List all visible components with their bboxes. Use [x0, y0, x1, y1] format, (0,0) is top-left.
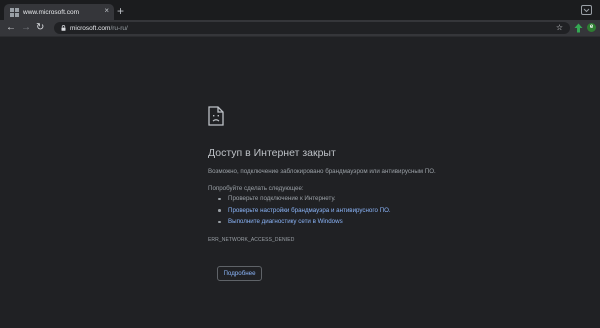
error-page: [0, 37, 600, 328]
suggestion-diagnostics-link[interactable]: Выполните диагностику сети в Windows: [228, 218, 343, 225]
green-badge-extension-icon[interactable]: e: [587, 23, 596, 32]
microsoft-favicon-icon: [10, 7, 19, 17]
forward-button[interactable]: →: [21, 21, 31, 35]
bookmark-star-icon[interactable]: ☆: [556, 22, 563, 34]
suggestion-check-connection: Проверьте подключение к Интернету.: [228, 195, 336, 202]
extension-badge-letter: e: [589, 24, 594, 30]
tab-title: www.microsoft.com: [23, 8, 79, 16]
suggestion-item[interactable]: Выполните диагностику сети в Windows: [218, 218, 391, 230]
suggestions-list: Проверьте подключение к Интернету. Прове…: [218, 195, 391, 230]
window-menu-icon[interactable]: [581, 5, 592, 15]
url-host: microsoft.com: [70, 24, 111, 32]
url-text: microsoft.com/ru-ru/: [70, 25, 128, 32]
suggestion-item[interactable]: Проверьте настройки брандмауэра и антиви…: [218, 207, 391, 219]
new-tab-button[interactable]: +: [117, 4, 124, 18]
suggestion-firewall-link[interactable]: Проверьте настройки брандмауэра и антиви…: [228, 207, 391, 214]
error-heading: Доступ в Интернет закрыт: [208, 147, 336, 159]
arrow-up-extension-icon[interactable]: [574, 23, 583, 33]
browser-tab[interactable]: www.microsoft.com ×: [4, 4, 114, 20]
error-description: Возможно, подключение заблокировано бран…: [208, 168, 436, 175]
suggestion-item: Проверьте подключение к Интернету.: [218, 195, 391, 207]
back-button[interactable]: ←: [6, 21, 16, 35]
browser-toolbar: ← → ↻ microsoft.com/ru-ru/ ☆ e: [0, 20, 600, 37]
lock-icon: [61, 25, 66, 31]
details-button[interactable]: Подробнее: [217, 266, 262, 281]
close-tab-icon[interactable]: ×: [104, 6, 109, 15]
reload-button[interactable]: ↻: [36, 21, 44, 35]
error-code: ERR_NETWORK_ACCESS_DENIED: [208, 237, 295, 243]
url-path: /ru-ru/: [110, 24, 128, 32]
tab-strip: www.microsoft.com × +: [0, 0, 600, 20]
address-bar[interactable]: microsoft.com/ru-ru/ ☆: [54, 22, 570, 34]
sad-document-icon: [208, 106, 224, 126]
suggestions-label: Попробуйте сделать следующее:: [208, 185, 304, 192]
